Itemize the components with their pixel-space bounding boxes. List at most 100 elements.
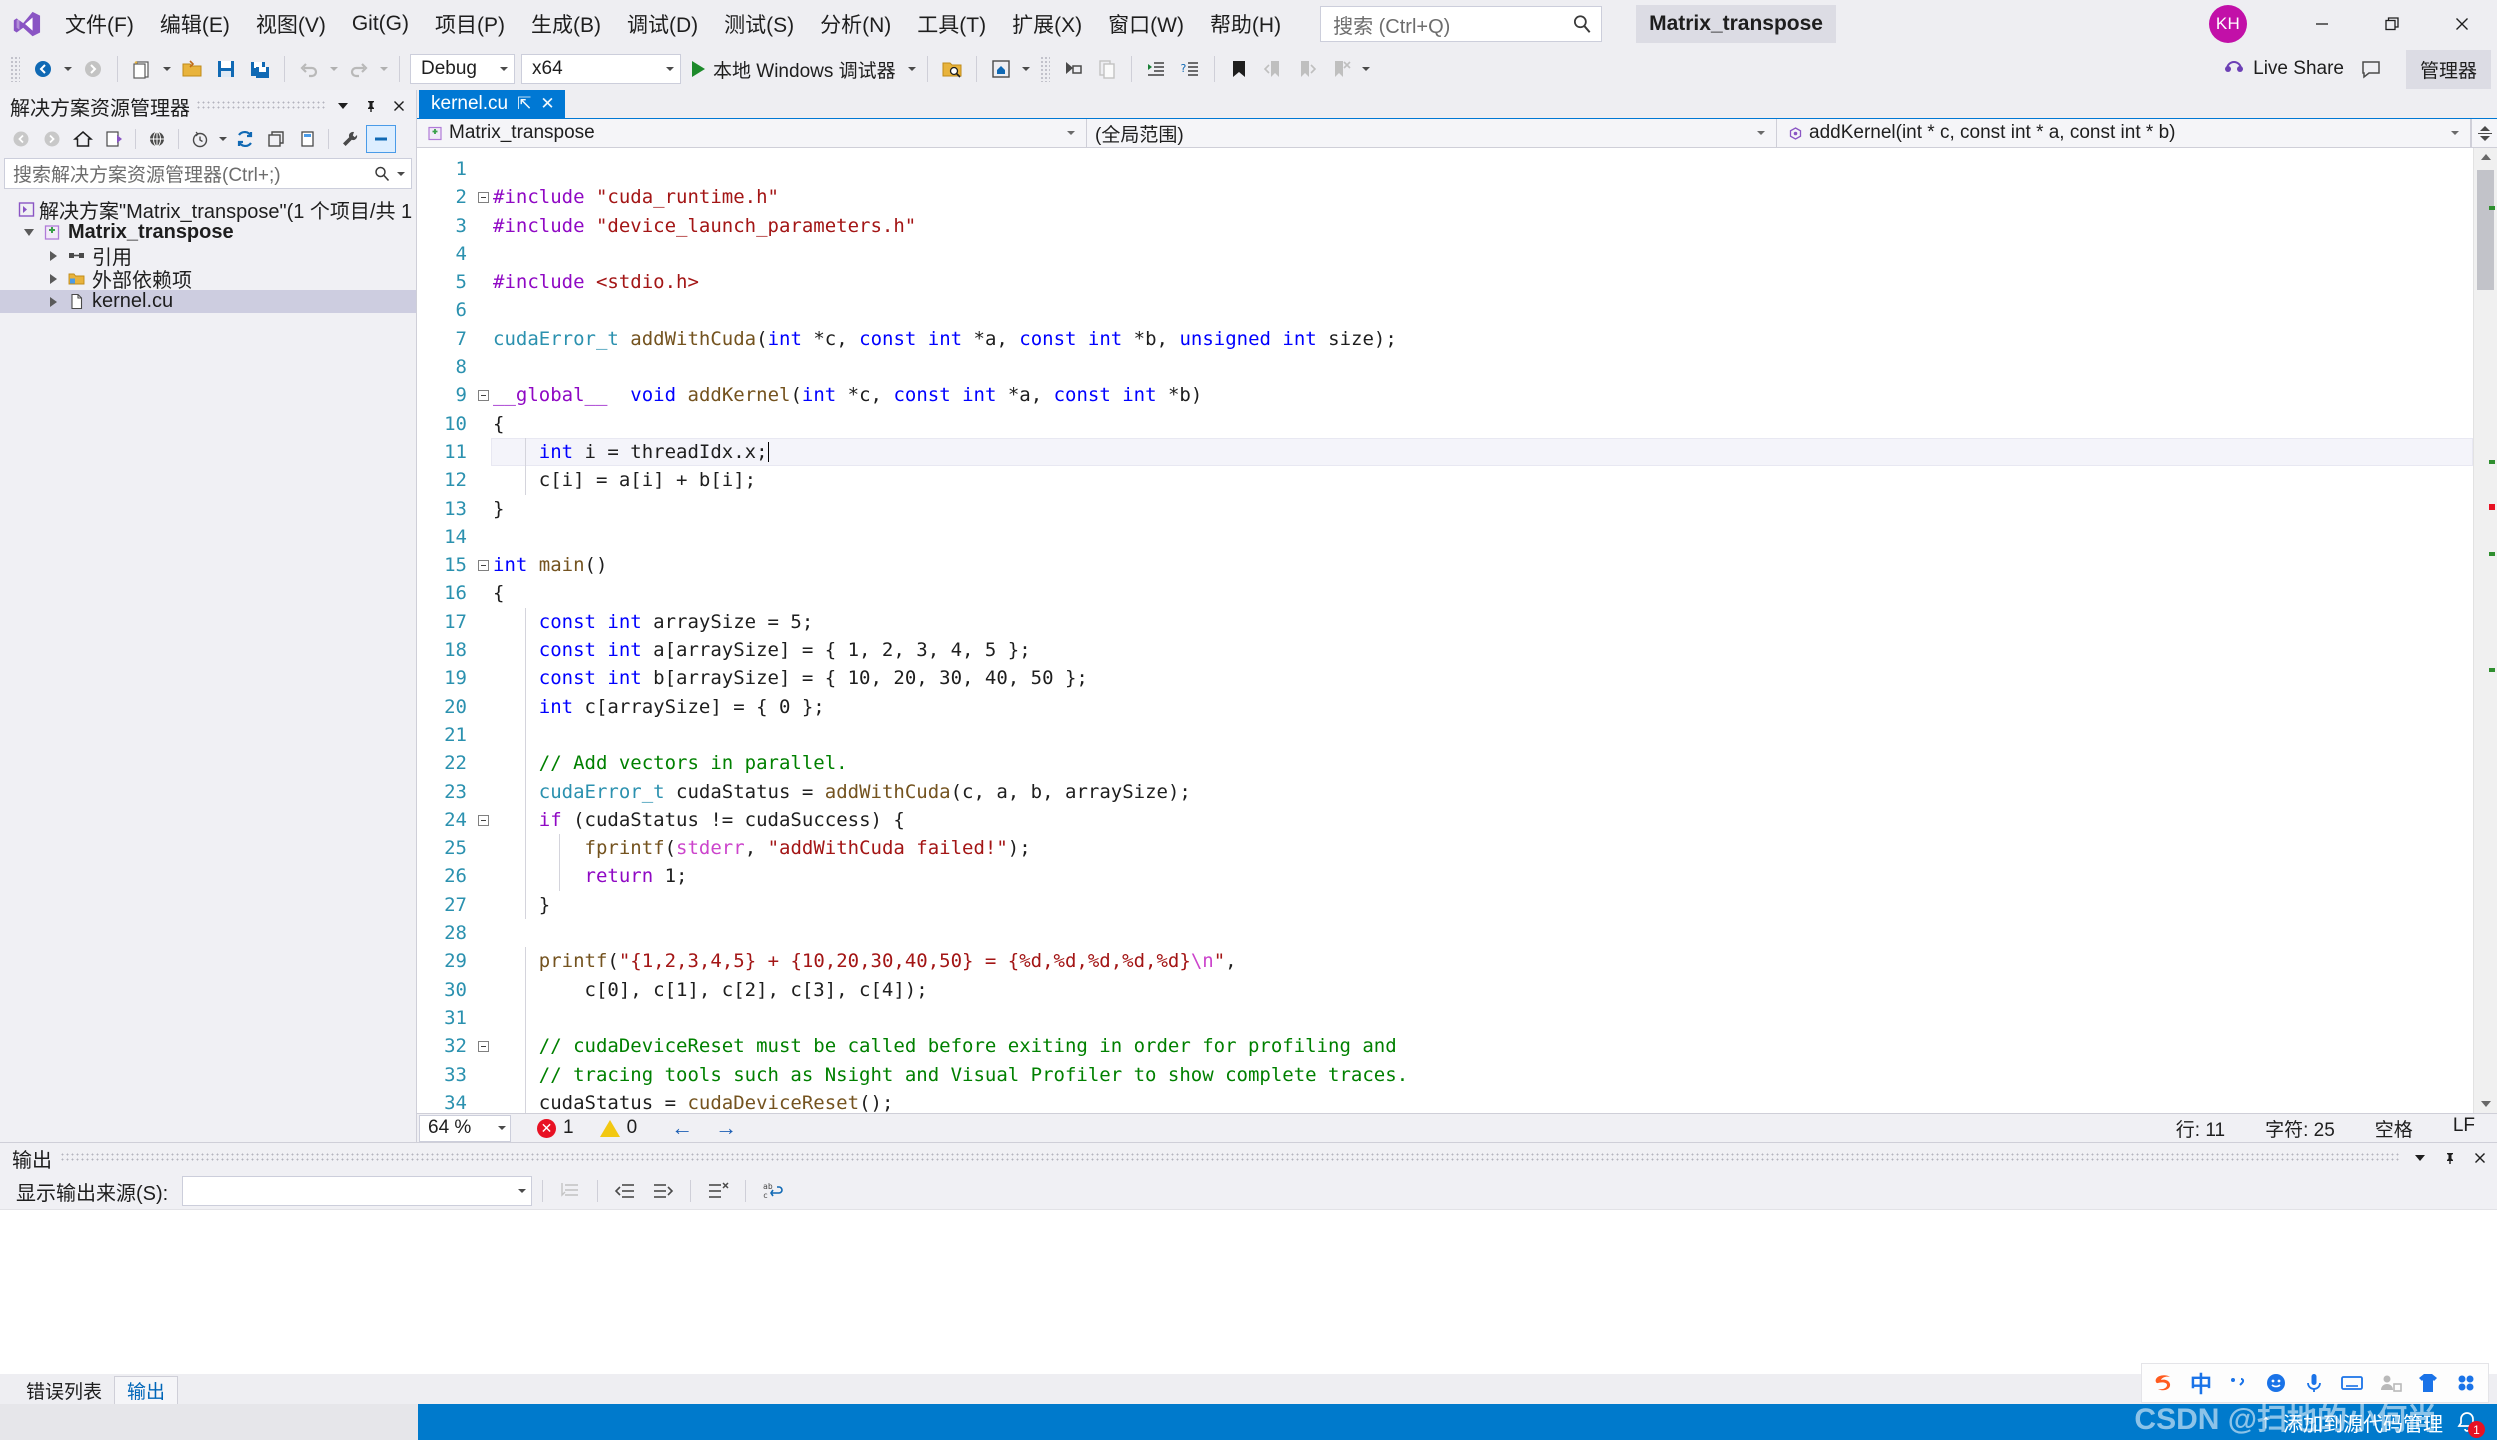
scroll-up-icon[interactable]	[2474, 148, 2497, 166]
tree-item-solution[interactable]: 解决方案"Matrix_transpose"(1 个项目/共 1 个)	[0, 198, 416, 223]
source-control-label[interactable]: 添加到源代码管理	[2283, 1408, 2443, 1437]
folder-search-icon[interactable]	[935, 52, 969, 86]
spaces-indicator[interactable]: 空格	[2375, 1115, 2413, 1142]
code-line[interactable]: __global__ void addKernel(int *c, const …	[491, 381, 2473, 409]
fold-cell[interactable]	[477, 1061, 491, 1089]
code-text[interactable]: #include "cuda_runtime.h" #include "devic…	[491, 148, 2473, 1113]
menu-extensions[interactable]: 扩展(X)	[999, 4, 1095, 44]
panel-menu-button[interactable]	[332, 94, 354, 118]
home-frame-icon[interactable]	[984, 52, 1018, 86]
save-all-button[interactable]	[243, 52, 277, 86]
upload-arrow-icon[interactable]: ↑	[2261, 1411, 2271, 1434]
twisty-closed[interactable]	[42, 250, 64, 261]
history-dropdown[interactable]	[216, 125, 229, 153]
back-icon[interactable]	[6, 125, 36, 153]
code-line[interactable]: // tracing tools such as Nsight and Visu…	[491, 1061, 2473, 1089]
code-line[interactable]: int main()	[491, 551, 2473, 579]
tree-item-project[interactable]: Matrix_transpose	[0, 221, 416, 244]
code-line[interactable]: c[i] = a[i] + b[i];	[491, 466, 2473, 494]
code-line[interactable]: int i = threadIdx.x;	[491, 437, 2473, 467]
show-all-files-icon[interactable]	[142, 125, 172, 153]
panel-drag-handle[interactable]	[60, 1153, 2401, 1163]
code-line[interactable]: fprintf(stderr, "addWithCuda failed!");	[491, 834, 2473, 862]
pin-icon[interactable]	[360, 94, 382, 118]
home-frame-dropdown[interactable]	[1018, 52, 1034, 86]
fold-cell[interactable]	[477, 579, 491, 607]
live-share-button[interactable]: Live Share	[2213, 53, 2354, 85]
start-debugging-button[interactable]: 本地 Windows 调试器	[684, 52, 904, 86]
forward-icon[interactable]	[37, 125, 67, 153]
menu-help[interactable]: 帮助(H)	[1197, 4, 1294, 44]
save-button[interactable]	[209, 52, 243, 86]
quick-help-icon[interactable]: ?	[1173, 52, 1207, 86]
menu-window[interactable]: 窗口(W)	[1095, 4, 1197, 44]
redo-button[interactable]	[342, 52, 376, 86]
fold-cell[interactable]	[477, 268, 491, 296]
fold-cell[interactable]	[477, 1089, 491, 1113]
code-line[interactable]: }	[491, 495, 2473, 523]
twisty-open[interactable]	[18, 229, 40, 236]
toolbar-grip[interactable]	[10, 56, 20, 82]
bookmark-icon[interactable]	[1222, 52, 1256, 86]
fold-cell[interactable]	[477, 381, 491, 409]
next-bookmark-icon[interactable]	[1290, 52, 1324, 86]
fold-cell[interactable]	[477, 947, 491, 975]
collapse-region-icon[interactable]	[478, 390, 489, 402]
close-icon[interactable]	[2469, 1146, 2491, 1170]
manage-button[interactable]: 管理器	[2405, 49, 2491, 89]
fold-cell[interactable]	[477, 1032, 491, 1060]
collapse-region-icon[interactable]	[478, 1041, 489, 1053]
fold-cell[interactable]	[477, 495, 491, 523]
avatar[interactable]: KH	[2209, 5, 2247, 43]
code-line[interactable]: #include <stdio.h>	[491, 268, 2473, 296]
undo-button[interactable]	[292, 52, 326, 86]
menu-test[interactable]: 测试(S)	[711, 4, 807, 44]
fold-cell[interactable]	[477, 834, 491, 862]
feedback-icon[interactable]	[2354, 52, 2388, 86]
navigate-back-button[interactable]	[26, 52, 60, 86]
code-line[interactable]: cudaError_t cudaStatus = addWithCuda(c, …	[491, 778, 2473, 806]
code-line[interactable]: const int b[arraySize] = { 10, 20, 30, 4…	[491, 664, 2473, 692]
preview-selected-items-icon[interactable]	[366, 125, 396, 153]
output-text-area[interactable]	[0, 1209, 2497, 1374]
toolbar-grip[interactable]	[1039, 56, 1050, 82]
code-line[interactable]: int c[arraySize] = { 0 };	[491, 693, 2473, 721]
tree-item-kernel-cu[interactable]: kernel.cu	[0, 290, 416, 313]
clear-bookmarks-icon[interactable]	[1324, 52, 1358, 86]
code-line[interactable]: // cudaDeviceReset must be called before…	[491, 1032, 2473, 1060]
fold-cell[interactable]	[477, 806, 491, 834]
fold-cell[interactable]	[477, 778, 491, 806]
code-viewport[interactable]: 1 2 3 4 5 6 7 8 9 10 11 12 13 14 15 16 17 18 19 20 21 22 23 24 2…	[417, 148, 2473, 1113]
skin-icon[interactable]	[2416, 1371, 2440, 1395]
collapse-all-icon[interactable]	[261, 125, 291, 153]
fold-cell[interactable]	[477, 862, 491, 890]
error-count[interactable]: ✕ 1	[537, 1117, 574, 1139]
punctuation-icon[interactable]	[2226, 1371, 2250, 1395]
fold-cell[interactable]	[477, 296, 491, 324]
navbar-project-dropdown[interactable]: Matrix_transpose	[417, 118, 1087, 148]
split-editor-button[interactable]	[2471, 118, 2497, 148]
panel-menu-button[interactable]	[2409, 1146, 2431, 1170]
code-line[interactable]	[491, 353, 2473, 381]
maximize-restore-button[interactable]	[2357, 0, 2427, 48]
scroll-down-icon[interactable]	[2474, 1095, 2497, 1113]
properties-page-icon[interactable]	[292, 125, 322, 153]
tab-close-icon[interactable]: ✕	[540, 94, 554, 114]
new-file-button[interactable]	[125, 52, 159, 86]
toggle-word-wrap-icon[interactable]: ab c	[756, 1176, 790, 1206]
fold-cell[interactable]	[477, 212, 491, 240]
chevron-down-icon[interactable]	[397, 171, 405, 176]
twisty-closed[interactable]	[42, 296, 64, 307]
fold-cell[interactable]	[477, 1004, 491, 1032]
code-line[interactable]: #include "cuda_runtime.h"	[491, 183, 2473, 211]
code-line[interactable]: {	[491, 410, 2473, 438]
code-line[interactable]: // Add vectors in parallel.	[491, 749, 2473, 777]
fold-cell[interactable]	[477, 919, 491, 947]
code-line[interactable]: }	[491, 891, 2473, 919]
clear-all-icon[interactable]	[701, 1176, 735, 1206]
user-icon[interactable]	[2378, 1371, 2402, 1395]
menu-project[interactable]: 项目(P)	[422, 4, 518, 44]
code-editor[interactable]: 1 2 3 4 5 6 7 8 9 10 11 12 13 14 15 16 17 18 19 20 21 22 23 24 2…	[417, 148, 2497, 1113]
code-line[interactable]: c[0], c[1], c[2], c[3], c[4]);	[491, 976, 2473, 1004]
code-folding-gutter[interactable]	[477, 148, 491, 1113]
